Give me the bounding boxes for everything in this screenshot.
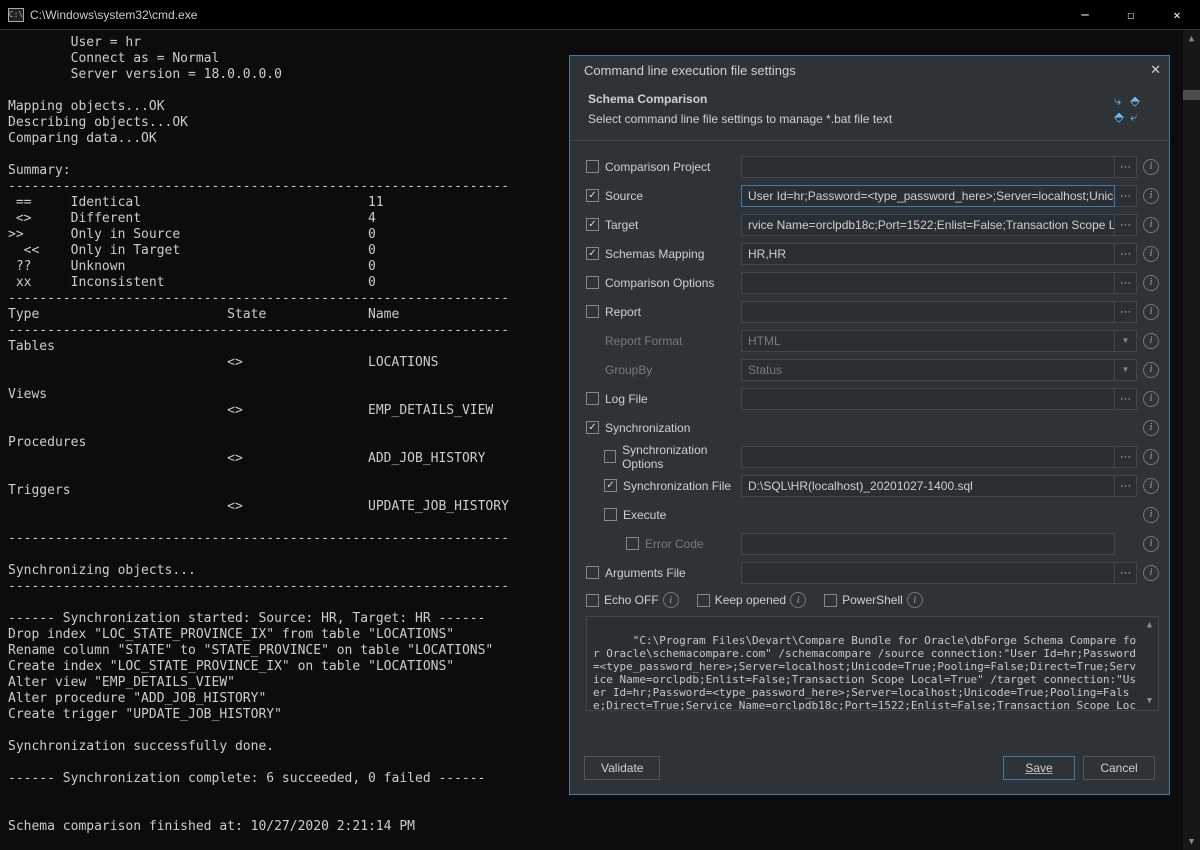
comparison-project-browse[interactable]: ··· <box>1115 156 1137 178</box>
source-input[interactable]: User Id=hr;Password=<type_password_here>… <box>741 185 1115 207</box>
log-file-browse[interactable]: ··· <box>1115 388 1137 410</box>
scroll-down-icon[interactable]: ▼ <box>1183 833 1200 850</box>
scroll-down-icon[interactable]: ▼ <box>1141 693 1158 710</box>
sync-options-checkbox[interactable] <box>604 450 616 463</box>
sync-options-label: Synchronization Options <box>622 443 741 471</box>
info-icon[interactable]: i <box>1143 159 1159 175</box>
sync-file-input[interactable]: D:\SQL\HR(localhost)_20201027-1400.sql <box>741 475 1115 497</box>
error-code-checkbox[interactable] <box>626 537 639 550</box>
info-icon[interactable]: i <box>1143 478 1159 494</box>
dialog-close-icon[interactable]: ✕ <box>1150 62 1161 78</box>
error-code-label: Error Code <box>645 537 704 551</box>
chevron-down-icon[interactable]: ▼ <box>1115 330 1137 352</box>
arguments-file-label: Arguments File <box>605 566 686 580</box>
echo-off-label: Echo OFF <box>604 593 659 607</box>
scrollbar-thumb[interactable] <box>1183 90 1200 100</box>
schemas-mapping-label: Schemas Mapping <box>605 247 704 261</box>
comparison-options-browse[interactable]: ··· <box>1115 272 1137 294</box>
window-titlebar: C:\ C:\Windows\system32\cmd.exe ─ ☐ ✕ <box>0 0 1200 30</box>
window-title: C:\Windows\system32\cmd.exe <box>30 8 197 22</box>
info-icon[interactable]: i <box>1143 507 1159 523</box>
info-icon[interactable]: i <box>1143 391 1159 407</box>
arguments-file-input[interactable] <box>741 562 1115 584</box>
cancel-button[interactable]: Cancel <box>1083 756 1155 780</box>
report-format-select[interactable]: HTML <box>741 330 1115 352</box>
info-icon[interactable]: i <box>1143 449 1159 465</box>
scroll-up-icon[interactable]: ▲ <box>1141 617 1158 634</box>
log-file-checkbox[interactable] <box>586 392 599 405</box>
info-icon[interactable]: i <box>1143 246 1159 262</box>
target-input[interactable]: rvice Name=orclpdb18c;Port=1522;Enlist=F… <box>741 214 1115 236</box>
error-code-input[interactable] <box>741 533 1115 555</box>
sync-file-browse[interactable]: ··· <box>1115 475 1137 497</box>
report-format-label: Report Format <box>605 334 682 348</box>
report-label: Report <box>605 305 641 319</box>
keep-opened-label: Keep opened <box>715 593 786 607</box>
info-icon[interactable]: i <box>1143 275 1159 291</box>
info-icon[interactable]: i <box>1143 565 1159 581</box>
synchronization-label: Synchronization <box>605 421 690 435</box>
scroll-up-icon[interactable]: ▲ <box>1183 30 1200 47</box>
group-by-select[interactable]: Status <box>741 359 1115 381</box>
comparison-project-label: Comparison Project <box>605 160 710 174</box>
report-checkbox[interactable] <box>586 305 599 318</box>
keep-opened-checkbox[interactable] <box>697 594 710 607</box>
minimize-button[interactable]: ─ <box>1062 0 1108 30</box>
schemas-mapping-checkbox[interactable] <box>586 247 599 260</box>
info-icon[interactable]: i <box>1143 217 1159 233</box>
execute-label: Execute <box>623 508 666 522</box>
info-icon[interactable]: i <box>663 592 679 608</box>
log-file-label: Log File <box>605 392 648 406</box>
powershell-label: PowerShell <box>842 593 903 607</box>
scrollbar-track[interactable]: ▲ ▼ <box>1183 30 1200 850</box>
info-icon[interactable]: i <box>1143 362 1159 378</box>
source-checkbox[interactable] <box>586 189 599 202</box>
info-icon[interactable]: i <box>907 592 923 608</box>
report-browse[interactable]: ··· <box>1115 301 1137 323</box>
maximize-button[interactable]: ☐ <box>1108 0 1154 30</box>
schema-compare-icon: ⤷⬘⬘⤶ <box>1107 92 1151 126</box>
sync-options-browse[interactable]: ··· <box>1115 446 1137 468</box>
source-label: Source <box>605 189 643 203</box>
validate-button[interactable]: Validate <box>584 756 660 780</box>
info-icon[interactable]: i <box>1143 536 1159 552</box>
comparison-project-checkbox[interactable] <box>586 160 599 173</box>
schemas-mapping-input[interactable]: HR,HR <box>741 243 1115 265</box>
info-icon[interactable]: i <box>1143 304 1159 320</box>
group-by-label: GroupBy <box>605 363 652 377</box>
sync-file-label: Synchronization File <box>623 479 731 493</box>
comparison-options-checkbox[interactable] <box>586 276 599 289</box>
info-icon[interactable]: i <box>1143 420 1159 436</box>
cmd-icon: C:\ <box>8 8 24 22</box>
command-text-output[interactable]: "C:\Program Files\Devart\Compare Bundle … <box>586 616 1159 711</box>
comparison-project-input[interactable] <box>741 156 1115 178</box>
info-icon[interactable]: i <box>1143 333 1159 349</box>
chevron-down-icon[interactable]: ▼ <box>1115 359 1137 381</box>
dialog-section-subtitle: Select command line file settings to man… <box>588 112 1107 126</box>
dialog-title: Command line execution file settings <box>584 63 796 78</box>
target-checkbox[interactable] <box>586 218 599 231</box>
powershell-checkbox[interactable] <box>824 594 837 607</box>
sync-options-input[interactable] <box>741 446 1115 468</box>
log-file-input[interactable] <box>741 388 1115 410</box>
target-browse[interactable]: ··· <box>1115 214 1137 236</box>
synchronization-checkbox[interactable] <box>586 421 599 434</box>
arguments-file-browse[interactable]: ··· <box>1115 562 1137 584</box>
execute-checkbox[interactable] <box>604 508 617 521</box>
info-icon[interactable]: i <box>1143 188 1159 204</box>
comparison-options-input[interactable] <box>741 272 1115 294</box>
echo-off-checkbox[interactable] <box>586 594 599 607</box>
settings-dialog: Command line execution file settings ✕ S… <box>569 55 1170 795</box>
dialog-section-title: Schema Comparison <box>588 92 1107 106</box>
close-button[interactable]: ✕ <box>1154 0 1200 30</box>
source-browse[interactable]: ··· <box>1115 185 1137 207</box>
info-icon[interactable]: i <box>790 592 806 608</box>
comparison-options-label: Comparison Options <box>605 276 714 290</box>
save-button[interactable]: Save <box>1003 756 1075 780</box>
sync-file-checkbox[interactable] <box>604 479 617 492</box>
schemas-mapping-browse[interactable]: ··· <box>1115 243 1137 265</box>
report-input[interactable] <box>741 301 1115 323</box>
target-label: Target <box>605 218 638 232</box>
arguments-file-checkbox[interactable] <box>586 566 599 579</box>
